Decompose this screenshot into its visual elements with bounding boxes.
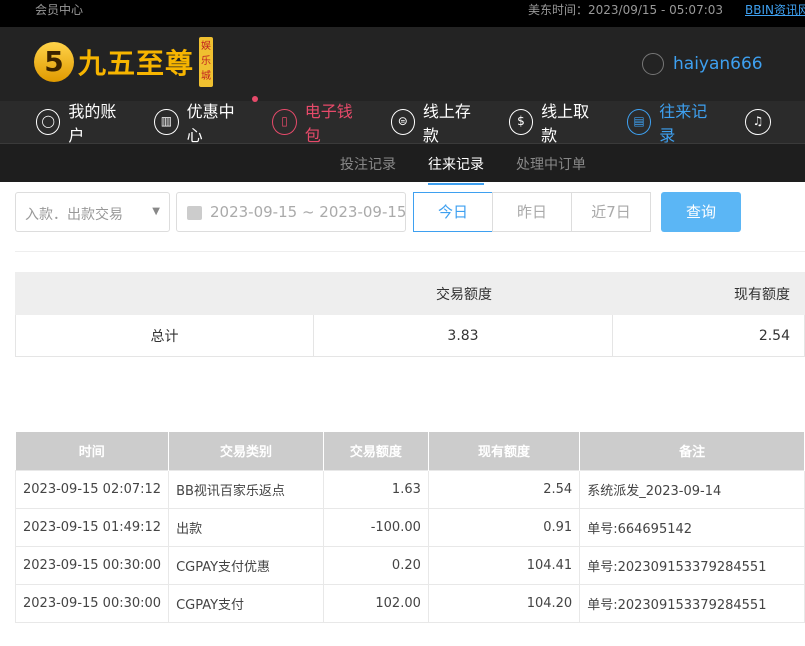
logo-badge: 娱乐城: [199, 37, 214, 87]
nav-deposit[interactable]: ⊜ 线上存款: [390, 98, 483, 146]
cell-balance: 0.91: [427, 507, 581, 547]
tab-pending-orders[interactable]: 处理中订单: [516, 154, 586, 174]
nav-label: 优惠中心: [186, 102, 235, 145]
transaction-type-select[interactable]: 入款．出款交易 ▼: [15, 192, 170, 232]
cell-time: 2023-09-15 02:07:12: [14, 469, 170, 509]
cell-type: BB视讯百家乐返点: [168, 469, 324, 509]
notification-dot: [252, 96, 259, 102]
user-icon: ◯: [36, 109, 61, 135]
nav-label: 线上存款: [422, 102, 471, 145]
cell-amount: 0.20: [322, 545, 429, 585]
last-7-days-button[interactable]: 近7日: [571, 192, 651, 232]
bbin-news-link[interactable]: BBIN资讯网: [745, 1, 805, 18]
chevron-down-icon: ▼: [152, 206, 160, 217]
user-icon: [642, 53, 664, 75]
cell-amount: 102.00: [322, 583, 429, 623]
yesterday-button[interactable]: 昨日: [492, 192, 572, 232]
cell-time: 2023-09-15 00:30:00: [14, 545, 170, 585]
top-bar: 会员中心 美东时间：2023/09/15 - 05:07:03 BBIN资讯网: [0, 0, 805, 27]
deposit-icon: ⊜: [390, 109, 415, 135]
logo-text: 九五至尊: [78, 47, 195, 80]
cell-amount: 1.63: [322, 469, 429, 509]
nav-promotions[interactable]: ▥ 优惠中心: [154, 96, 259, 146]
summary-table: 交易额度 现有额度 总计 3.83 2.54: [15, 272, 805, 357]
calendar-icon: [187, 206, 202, 220]
col-balance: 现有额度: [428, 432, 581, 470]
cell-time: 2023-09-15 00:30:00: [14, 583, 170, 623]
user-menu[interactable]: haiyan666: [642, 53, 763, 75]
table-row: 2023-09-15 02:07:12 BB视讯百家乐返点 1.63 2.54 系统派发…: [14, 469, 805, 509]
cell-amount: -100.00: [322, 507, 429, 547]
summary-header-blank: [15, 272, 314, 315]
logo-icon: 5: [34, 42, 74, 82]
cell-remark: 单号:664695142: [579, 507, 805, 547]
nav-notifications[interactable]: ♫: [745, 109, 779, 135]
transactions-table: 时间 交易类别 交易额度 现有额度 备注 2023-09-15 02:07:12…: [14, 432, 805, 623]
username: haiyan666: [673, 54, 763, 74]
header: 5 九五至尊 娱乐城 haiyan666: [0, 27, 805, 101]
summary-balance: 2.54: [612, 314, 805, 357]
summary-total-label: 总计: [15, 314, 314, 357]
dollar-icon: $: [508, 109, 534, 135]
today-button[interactable]: 今日: [413, 192, 493, 232]
cell-balance: 2.54: [427, 469, 581, 509]
nav-e-wallet[interactable]: ▯ 电子钱包: [272, 98, 364, 146]
date-range-input[interactable]: 2023-09-15 ~ 2023-09-15: [176, 192, 406, 232]
table-header: 时间 交易类别 交易额度 现有额度 备注: [15, 432, 805, 470]
nav-my-account[interactable]: ◯ 我的账户: [36, 98, 128, 146]
cell-remark: 系统派发_2023-09-14: [579, 469, 805, 509]
col-amount: 交易额度: [323, 432, 429, 470]
query-button[interactable]: 查询: [661, 192, 741, 232]
member-center-label: 会员中心: [35, 3, 84, 17]
nav-label: 电子钱包: [304, 102, 353, 145]
nav-label: 往来记录: [659, 102, 708, 145]
bell-icon: ♫: [745, 109, 772, 135]
cell-balance: 104.41: [427, 545, 581, 585]
date-range-value: 2023-09-15 ~ 2023-09-15: [210, 203, 407, 221]
col-type: 交易类别: [168, 432, 324, 470]
col-remark: 备注: [579, 432, 805, 470]
summary-amount: 3.83: [313, 314, 613, 357]
cell-time: 2023-09-15 01:49:12: [14, 507, 170, 547]
eastern-time: 美东时间：2023/09/15 - 05:07:03: [528, 3, 724, 17]
table-row: 2023-09-15 01:49:12 出款 -100.00 0.91 单号:66469…: [14, 507, 805, 547]
table-row: 2023-09-15 00:30:00 CGPAY支付优惠 0.20 104.41 单号…: [14, 545, 805, 585]
divider: [15, 251, 805, 252]
main-nav: ◯ 我的账户 ▥ 优惠中心 ▯ 电子钱包 ⊜ 线上存款 $ 线上取款 ▤ 往来记录 ♫: [0, 96, 805, 146]
nav-records[interactable]: ▤ 往来记录: [626, 98, 719, 146]
cell-balance: 104.20: [427, 583, 581, 623]
nav-label: 线上取款: [541, 102, 590, 145]
tab-transaction-records[interactable]: 往来记录: [428, 154, 484, 185]
col-time: 时间: [15, 432, 170, 470]
sub-nav: 投注记录 往来记录 处理中订单: [0, 143, 805, 185]
cell-remark: 单号:202309153379284551: [579, 583, 805, 623]
cell-type: CGPAY支付: [168, 583, 324, 623]
nav-label: 我的账户: [68, 102, 117, 145]
cell-type: CGPAY支付优惠: [168, 545, 324, 585]
summary-header-balance: 现有额度: [612, 272, 805, 315]
records-icon: ▤: [626, 109, 652, 135]
logo[interactable]: 5 九五至尊 娱乐城: [34, 37, 214, 87]
tab-bet-records[interactable]: 投注记录: [340, 154, 396, 174]
nav-withdraw[interactable]: $ 线上取款: [508, 98, 601, 146]
cell-type: 出款: [168, 507, 324, 547]
summary-header-amount: 交易额度: [313, 272, 613, 315]
table-row: 2023-09-15 00:30:00 CGPAY支付 102.00 104.20 单号…: [14, 583, 805, 623]
wallet-icon: ▯: [272, 109, 297, 135]
gift-icon: ▥: [154, 109, 179, 135]
cell-remark: 单号:20230915337928455​1: [579, 545, 805, 585]
select-value: 入款．出款交易: [25, 207, 123, 223]
